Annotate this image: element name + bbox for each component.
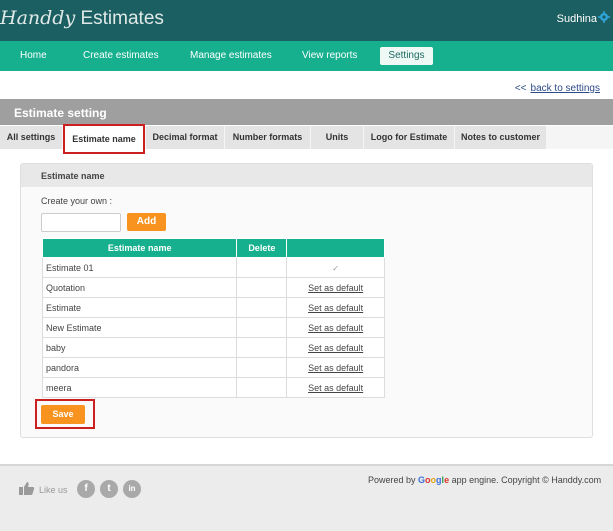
estimate-name-cell: Estimate 01 [41, 257, 238, 278]
delete-cell[interactable] [236, 377, 288, 398]
like-us-label: Like us [39, 485, 68, 495]
table-row: Estimate 01 ✓ [41, 257, 385, 278]
section-title: Estimate setting [0, 99, 613, 125]
delete-cell[interactable] [236, 277, 288, 298]
set-as-default-link[interactable]: Set as default [308, 323, 363, 333]
gear-icon[interactable] [598, 11, 610, 23]
powered-suffix: app engine. Copyright © Handdy.com [449, 475, 602, 485]
delete-cell[interactable] [236, 317, 288, 338]
set-as-default-link[interactable]: Set as default [308, 283, 363, 293]
save-highlight: Save [35, 399, 95, 429]
main-nav: Home Create estimates Manage estimates V… [0, 41, 613, 71]
back-arrow-icon: << [514, 83, 527, 94]
user-name[interactable]: Sudhina [557, 13, 597, 25]
linkedin-icon[interactable]: in [123, 480, 141, 498]
facebook-icon[interactable]: f [77, 480, 95, 498]
table-row: pandora Set as default [41, 357, 385, 378]
estimate-name-cell: New Estimate [41, 317, 238, 338]
back-to-settings-link[interactable]: << back to settings [515, 83, 600, 94]
estimate-name-cell: pandora [41, 357, 238, 378]
top-bar: Handdy Estimates Sudhina [0, 0, 613, 41]
table-row: baby Set as default [41, 337, 385, 358]
set-as-default-link[interactable]: Set as default [308, 303, 363, 313]
tab-estimate-name[interactable]: Estimate name [63, 124, 145, 154]
default-cell: Set as default [286, 377, 385, 398]
add-button[interactable]: Add [127, 213, 166, 231]
app-logo[interactable]: Handdy Estimates [0, 7, 164, 30]
tab-number-formats[interactable]: Number formats [225, 126, 310, 149]
panel-title: Estimate name [21, 164, 592, 187]
set-as-default-link[interactable]: Set as default [308, 383, 363, 393]
table-row: meera Set as default [41, 377, 385, 398]
default-cell: Set as default [286, 297, 385, 318]
nav-view-reports[interactable]: View reports [302, 50, 357, 61]
footer-divider [0, 464, 613, 466]
estimate-name-input[interactable] [41, 213, 121, 232]
estimate-name-cell: meera [41, 377, 238, 398]
estimate-name-cell: baby [41, 337, 238, 358]
table-header-row: Estimate name Delete [41, 238, 385, 258]
thumbs-up-icon [19, 482, 35, 495]
powered-by-text: Powered by Google app engine. Copyright … [368, 475, 601, 485]
estimate-name-cell: Estimate [41, 297, 238, 318]
settings-tabs: All settings Estimate name Decimal forma… [0, 124, 613, 154]
default-cell: Set as default [286, 337, 385, 358]
set-as-default-link[interactable]: Set as default [308, 363, 363, 373]
tab-units[interactable]: Units [311, 126, 363, 149]
table-row: Estimate Set as default [41, 297, 385, 318]
estimate-names-table: Estimate name Delete Estimate 01 ✓ Quota… [41, 238, 385, 398]
default-cell: ✓ [286, 257, 385, 278]
nav-home[interactable]: Home [20, 50, 47, 61]
logo-rest-text: Estimates [75, 8, 164, 29]
nav-create-estimates[interactable]: Create estimates [83, 50, 159, 61]
col-header-action [286, 238, 385, 258]
tab-notes-to-customer[interactable]: Notes to customer [455, 126, 546, 149]
delete-cell[interactable] [236, 357, 288, 378]
delete-cell[interactable] [236, 297, 288, 318]
tab-logo-for-estimate[interactable]: Logo for Estimate [364, 126, 454, 149]
logo-script-text: Handdy [0, 7, 76, 29]
delete-cell [236, 257, 288, 278]
tab-all-settings[interactable]: All settings [0, 126, 62, 149]
estimate-name-cell: Quotation [41, 277, 238, 298]
default-cell: Set as default [286, 277, 385, 298]
col-header-estimate-name: Estimate name [41, 238, 238, 258]
table-row: New Estimate Set as default [41, 317, 385, 338]
save-button[interactable]: Save [41, 405, 85, 424]
tab-decimal-format[interactable]: Decimal format [146, 126, 224, 149]
nav-manage-estimates[interactable]: Manage estimates [190, 50, 272, 61]
delete-cell[interactable] [236, 337, 288, 358]
google-letter: G [418, 475, 426, 485]
check-icon: ✓ [332, 263, 339, 273]
powered-prefix: Powered by [368, 475, 419, 485]
set-as-default-link[interactable]: Set as default [308, 343, 363, 353]
default-cell: Set as default [286, 357, 385, 378]
col-header-delete: Delete [236, 238, 288, 258]
create-your-own-label: Create your own : [41, 196, 113, 206]
back-link-label: back to settings [530, 83, 600, 94]
twitter-icon[interactable]: t [100, 480, 118, 498]
table-row: Quotation Set as default [41, 277, 385, 298]
default-cell: Set as default [286, 317, 385, 338]
nav-settings[interactable]: Settings [380, 47, 433, 65]
